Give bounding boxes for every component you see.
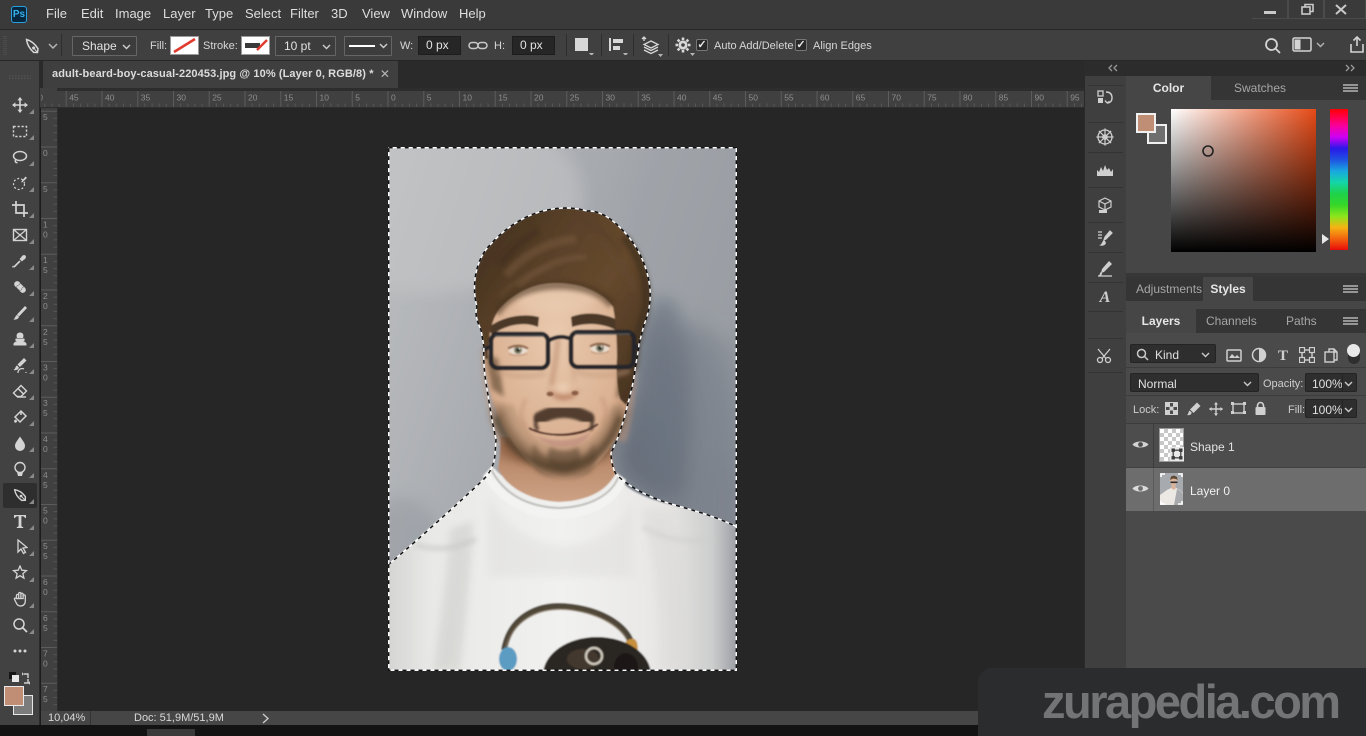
svg-text:4: 4 (43, 470, 48, 480)
svg-text:15: 15 (284, 93, 294, 103)
svg-text:90: 90 (1035, 93, 1045, 103)
svg-text:25: 25 (212, 93, 222, 103)
svg-text:3: 3 (43, 398, 48, 408)
svg-text:0: 0 (43, 444, 48, 454)
svg-text:70: 70 (892, 93, 902, 103)
svg-text:5: 5 (43, 337, 48, 347)
svg-text:50: 50 (41, 93, 43, 103)
svg-text:5: 5 (43, 694, 48, 704)
svg-text:5: 5 (43, 480, 48, 490)
svg-text:15: 15 (498, 93, 508, 103)
svg-text:0: 0 (43, 516, 48, 526)
svg-text:1: 1 (43, 220, 48, 230)
svg-text:10: 10 (320, 93, 330, 103)
svg-text:0: 0 (43, 659, 48, 669)
svg-text:5: 5 (43, 408, 48, 418)
svg-text:85: 85 (999, 93, 1009, 103)
svg-text:1: 1 (43, 255, 48, 265)
svg-text:45: 45 (713, 93, 723, 103)
svg-text:2: 2 (43, 291, 48, 301)
svg-text:A: A (1099, 289, 1111, 306)
svg-text:35: 35 (641, 93, 651, 103)
svg-text:30: 30 (606, 93, 616, 103)
svg-text:7: 7 (43, 684, 48, 694)
svg-text:60: 60 (820, 93, 830, 103)
svg-text:30: 30 (177, 93, 187, 103)
svg-text:5: 5 (43, 541, 48, 551)
svg-text:20: 20 (534, 93, 544, 103)
svg-text:65: 65 (856, 93, 866, 103)
svg-text:0: 0 (43, 301, 48, 311)
svg-text:2: 2 (43, 327, 48, 337)
svg-text:0: 0 (391, 93, 396, 103)
svg-text:5: 5 (43, 506, 48, 516)
svg-text:75: 75 (927, 93, 937, 103)
svg-text:5: 5 (43, 112, 48, 122)
svg-text:55: 55 (784, 93, 794, 103)
svg-text:95: 95 (1070, 93, 1080, 103)
svg-text:T: T (1278, 348, 1288, 363)
svg-text:20: 20 (248, 93, 258, 103)
svg-text:45: 45 (69, 93, 79, 103)
svg-text:10: 10 (463, 93, 473, 103)
svg-text:5: 5 (43, 265, 48, 275)
svg-text:0: 0 (43, 587, 48, 597)
svg-text:0: 0 (43, 230, 48, 240)
svg-text:25: 25 (570, 93, 580, 103)
svg-text:0: 0 (43, 373, 48, 383)
svg-text:7: 7 (43, 649, 48, 659)
svg-text:5: 5 (43, 551, 48, 561)
svg-text:5: 5 (427, 93, 432, 103)
svg-text:5: 5 (43, 623, 48, 633)
svg-text:40: 40 (105, 93, 115, 103)
svg-text:50: 50 (749, 93, 759, 103)
svg-text:40: 40 (677, 93, 687, 103)
svg-text:6: 6 (43, 613, 48, 623)
svg-text:80: 80 (963, 93, 973, 103)
svg-text:3: 3 (43, 363, 48, 373)
svg-text:4: 4 (43, 434, 48, 444)
svg-text:0: 0 (43, 148, 48, 158)
svg-text:5: 5 (355, 93, 360, 103)
svg-text:35: 35 (141, 93, 151, 103)
svg-text:6: 6 (43, 577, 48, 587)
svg-text:5: 5 (43, 184, 48, 194)
